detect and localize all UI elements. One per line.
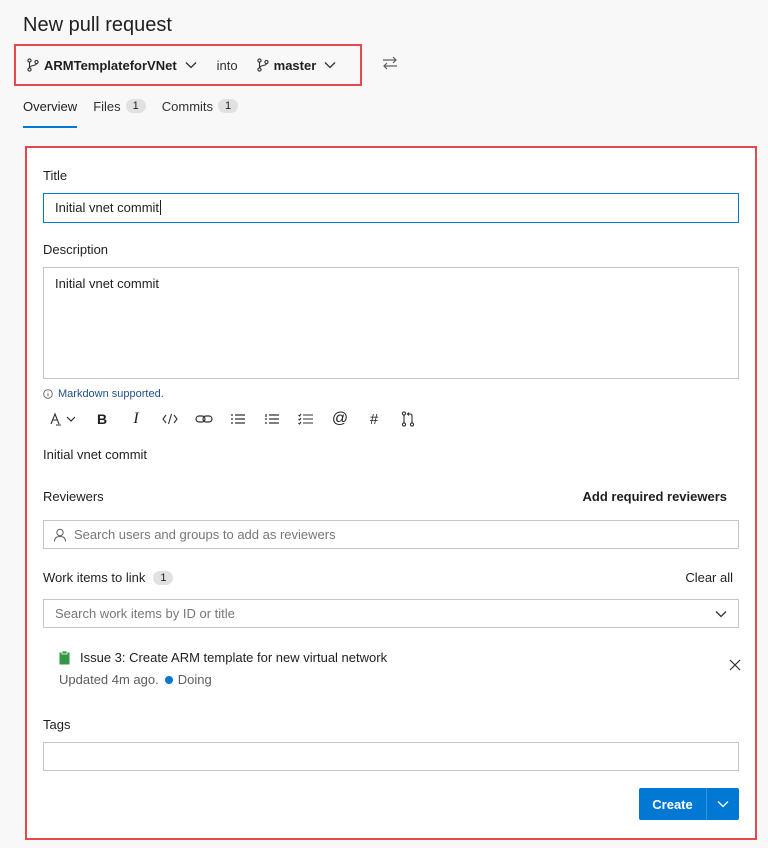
tab-label: Overview bbox=[23, 98, 78, 114]
code-icon[interactable] bbox=[153, 408, 187, 430]
description-value: Initial vnet commit bbox=[55, 276, 160, 291]
text-style-icon[interactable] bbox=[43, 408, 85, 430]
markdown-note-text: Markdown supported. bbox=[58, 388, 164, 400]
chevron-down-icon[interactable] bbox=[185, 61, 197, 69]
pull-request-form: Title Initial vnet commit Description In… bbox=[25, 146, 757, 840]
description-textarea[interactable]: Initial vnet commit bbox=[43, 267, 739, 379]
issue-icon bbox=[59, 650, 70, 664]
tags-input[interactable] bbox=[43, 742, 739, 771]
branch-icon bbox=[26, 58, 40, 72]
bullet-list-icon[interactable] bbox=[221, 408, 255, 430]
numbered-list-icon[interactable] bbox=[255, 408, 289, 430]
title-value: Initial vnet commit bbox=[55, 200, 160, 215]
hashtag-icon[interactable]: # bbox=[357, 408, 391, 430]
work-items-placeholder: Search work items by ID or title bbox=[55, 606, 235, 621]
chevron-down-icon bbox=[717, 801, 729, 808]
reviewers-search-input[interactable]: Search users and groups to add as review… bbox=[43, 520, 739, 549]
reviewers-placeholder: Search users and groups to add as review… bbox=[74, 527, 336, 542]
task-list-icon[interactable] bbox=[289, 408, 323, 430]
tab-label: Commits bbox=[161, 98, 214, 114]
italic-icon[interactable]: I bbox=[119, 408, 153, 430]
description-preview: Initial vnet commit bbox=[43, 447, 148, 462]
work-items-label-text: Work items to link bbox=[43, 570, 146, 585]
page-title: New pull request bbox=[23, 14, 172, 36]
count-badge: 1 bbox=[153, 570, 174, 585]
count-badge: 1 bbox=[125, 99, 146, 113]
reviewers-label: Reviewers bbox=[43, 489, 104, 504]
mention-icon[interactable]: @ bbox=[323, 408, 357, 430]
work-items-label: Work items to link 1 bbox=[43, 570, 174, 585]
link-icon[interactable] bbox=[187, 408, 221, 430]
work-items-search-input[interactable]: Search work items by ID or title bbox=[43, 599, 739, 628]
description-label: Description bbox=[43, 242, 109, 257]
tab-label: Files bbox=[93, 98, 121, 114]
add-required-reviewers-button[interactable]: Add required reviewers bbox=[583, 489, 728, 504]
swap-branches-icon[interactable] bbox=[382, 56, 398, 75]
info-icon bbox=[43, 389, 53, 399]
work-item-updated: Updated 4m ago. bbox=[59, 672, 159, 687]
create-button[interactable]: Create bbox=[639, 788, 706, 820]
tab-files[interactable]: Files 1 bbox=[93, 96, 146, 116]
title-input[interactable]: Initial vnet commit bbox=[43, 193, 739, 223]
tab-overview[interactable]: Overview bbox=[23, 96, 78, 128]
person-icon bbox=[54, 528, 66, 542]
pull-request-link-icon[interactable] bbox=[391, 408, 425, 430]
formatting-toolbar: B I @ # bbox=[43, 408, 425, 430]
chevron-down-icon[interactable] bbox=[324, 61, 336, 69]
create-options-button[interactable] bbox=[706, 788, 739, 820]
chevron-down-icon[interactable] bbox=[715, 610, 727, 618]
source-branch-button[interactable]: ARMTemplateforVNet bbox=[44, 58, 177, 73]
work-item-state: Doing bbox=[177, 672, 212, 687]
into-label: into bbox=[216, 57, 238, 73]
count-badge: 1 bbox=[218, 99, 239, 113]
tab-commits[interactable]: Commits 1 bbox=[161, 96, 239, 116]
linked-work-item[interactable]: Issue 3: Create ARM template for new vir… bbox=[59, 650, 741, 696]
state-dot-icon bbox=[164, 675, 173, 684]
branch-selector-bar: ARMTemplateforVNet into master bbox=[14, 44, 362, 86]
target-branch-button[interactable]: master bbox=[274, 58, 317, 73]
close-icon[interactable] bbox=[729, 658, 741, 676]
tags-label: Tags bbox=[43, 717, 71, 732]
create-button-group: Create bbox=[639, 788, 739, 820]
bold-icon[interactable]: B bbox=[85, 408, 119, 430]
title-label: Title bbox=[43, 168, 68, 183]
tab-bar: Overview Files 1 Commits 1 bbox=[23, 96, 254, 128]
clear-all-link[interactable]: Clear all bbox=[685, 570, 733, 585]
markdown-note[interactable]: Markdown supported. bbox=[43, 388, 164, 400]
work-item-title[interactable]: Issue 3: Create ARM template for new vir… bbox=[80, 650, 387, 665]
branch-icon bbox=[256, 58, 270, 72]
